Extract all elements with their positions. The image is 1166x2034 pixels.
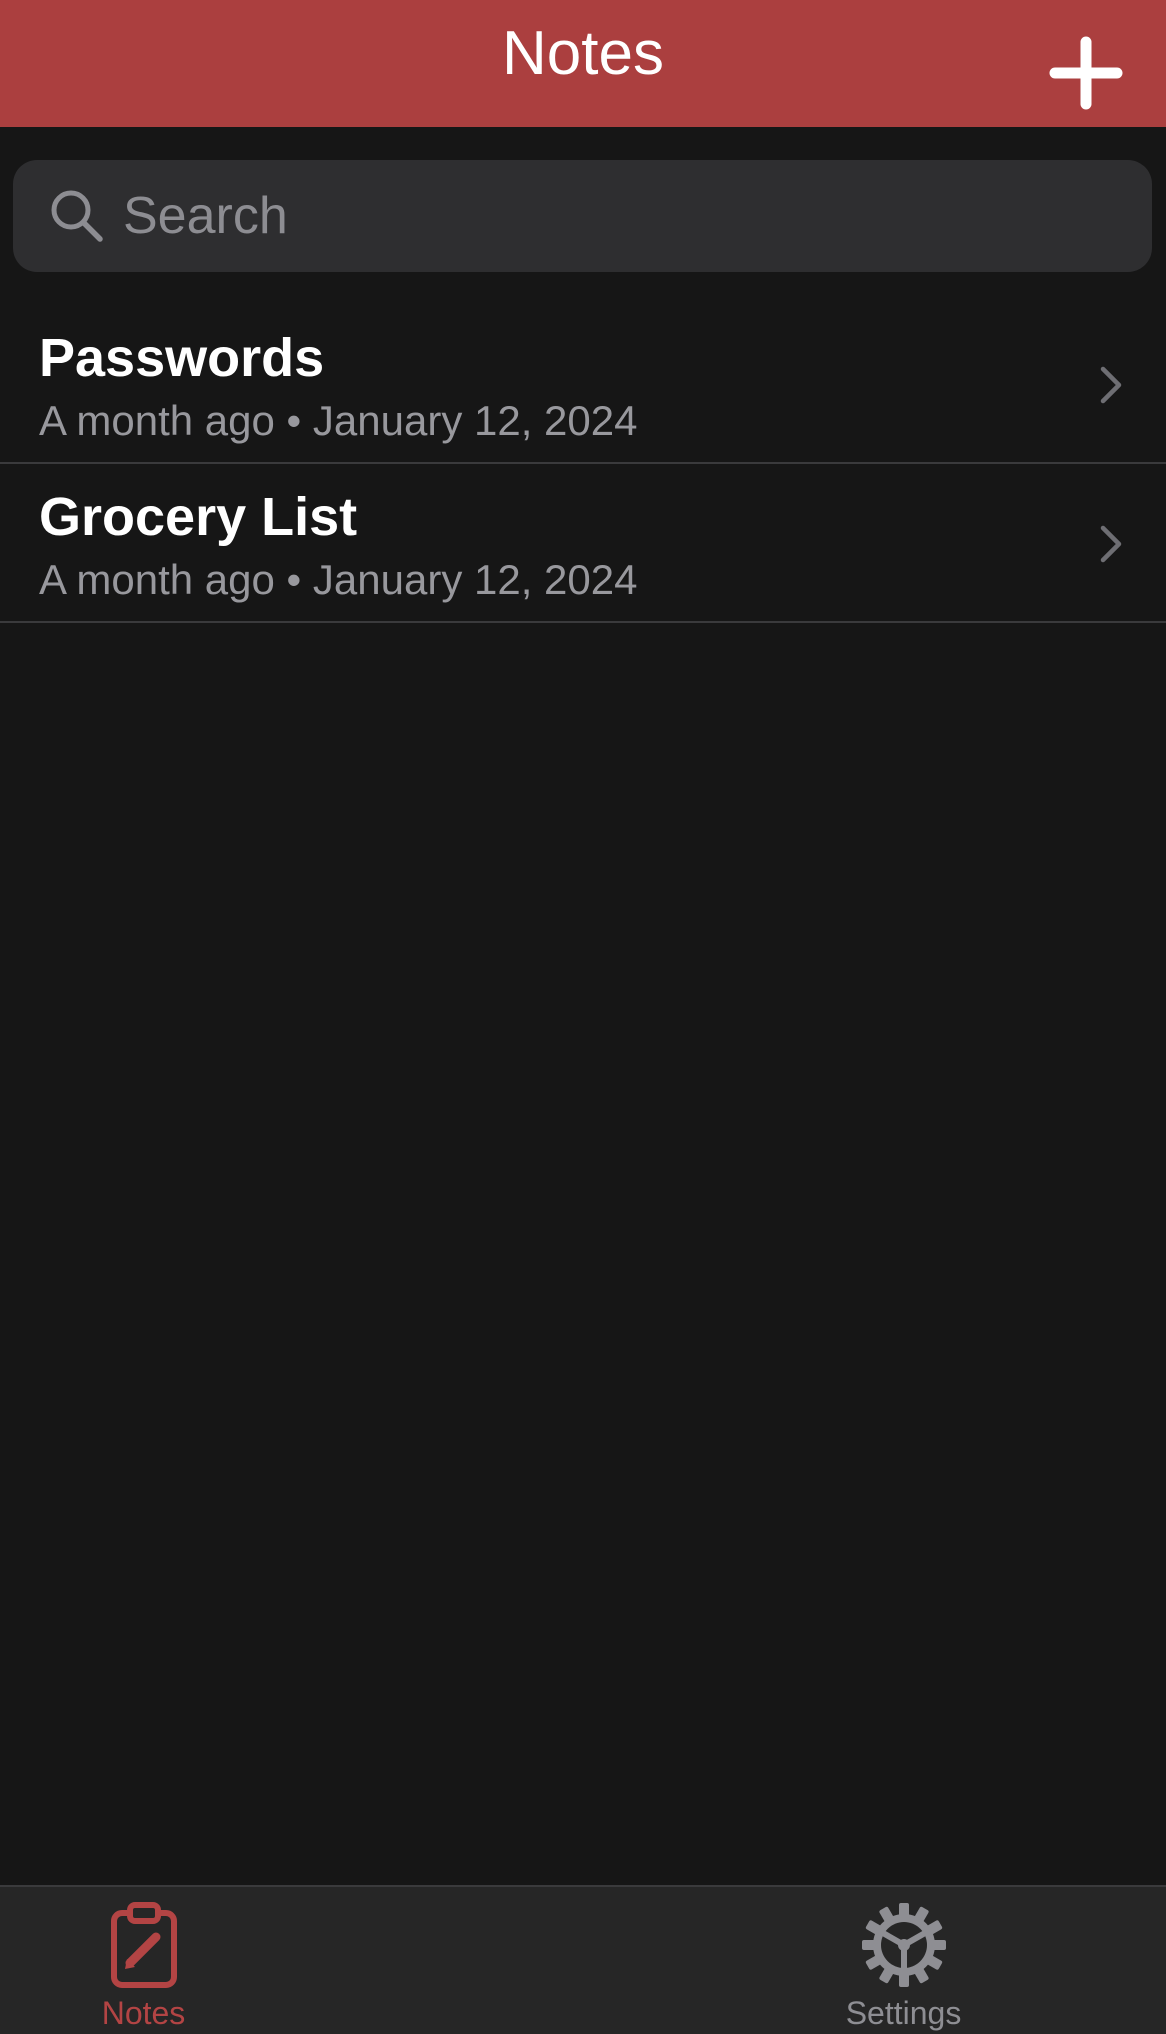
plus-icon [1049, 36, 1123, 110]
gear-icon [861, 1903, 946, 1987]
note-relative-time: A month ago [39, 397, 275, 444]
meta-separator: • [286, 556, 302, 603]
note-meta: A month ago • January 12, 2024 [39, 397, 637, 445]
chevron-right-icon [1100, 366, 1122, 404]
tab-bar: Notes Settings [0, 1885, 1166, 2034]
note-date: January 12, 2024 [312, 556, 638, 603]
notes-list: Passwords A month ago • January 12, 2024… [0, 305, 1166, 623]
note-date: January 12, 2024 [312, 397, 638, 444]
search-icon [51, 190, 103, 242]
tab-settings[interactable]: Settings [583, 1887, 1166, 2034]
meta-separator: • [286, 397, 302, 444]
tab-notes[interactable]: Notes [0, 1887, 583, 2034]
search-bar[interactable] [13, 160, 1152, 272]
header-bar: Notes [0, 0, 1166, 127]
page-title: Notes [502, 19, 664, 88]
search-input[interactable] [123, 160, 1123, 272]
tab-label: Settings [845, 1995, 962, 2031]
chevron-right-icon [1100, 525, 1122, 563]
notes-screen: Notes Passwords A month ago • January 12… [0, 0, 1166, 2034]
note-title: Passwords [39, 328, 325, 388]
note-meta: A month ago • January 12, 2024 [39, 556, 637, 604]
add-note-button[interactable] [1036, 18, 1136, 118]
note-title: Grocery List [39, 487, 358, 547]
tab-label: Notes [101, 1995, 186, 2031]
note-relative-time: A month ago [39, 556, 275, 603]
list-item[interactable]: Grocery List A month ago • January 12, 2… [0, 464, 1166, 623]
clipboard-pencil-icon [110, 1902, 177, 1988]
list-item[interactable]: Passwords A month ago • January 12, 2024 [0, 305, 1166, 464]
